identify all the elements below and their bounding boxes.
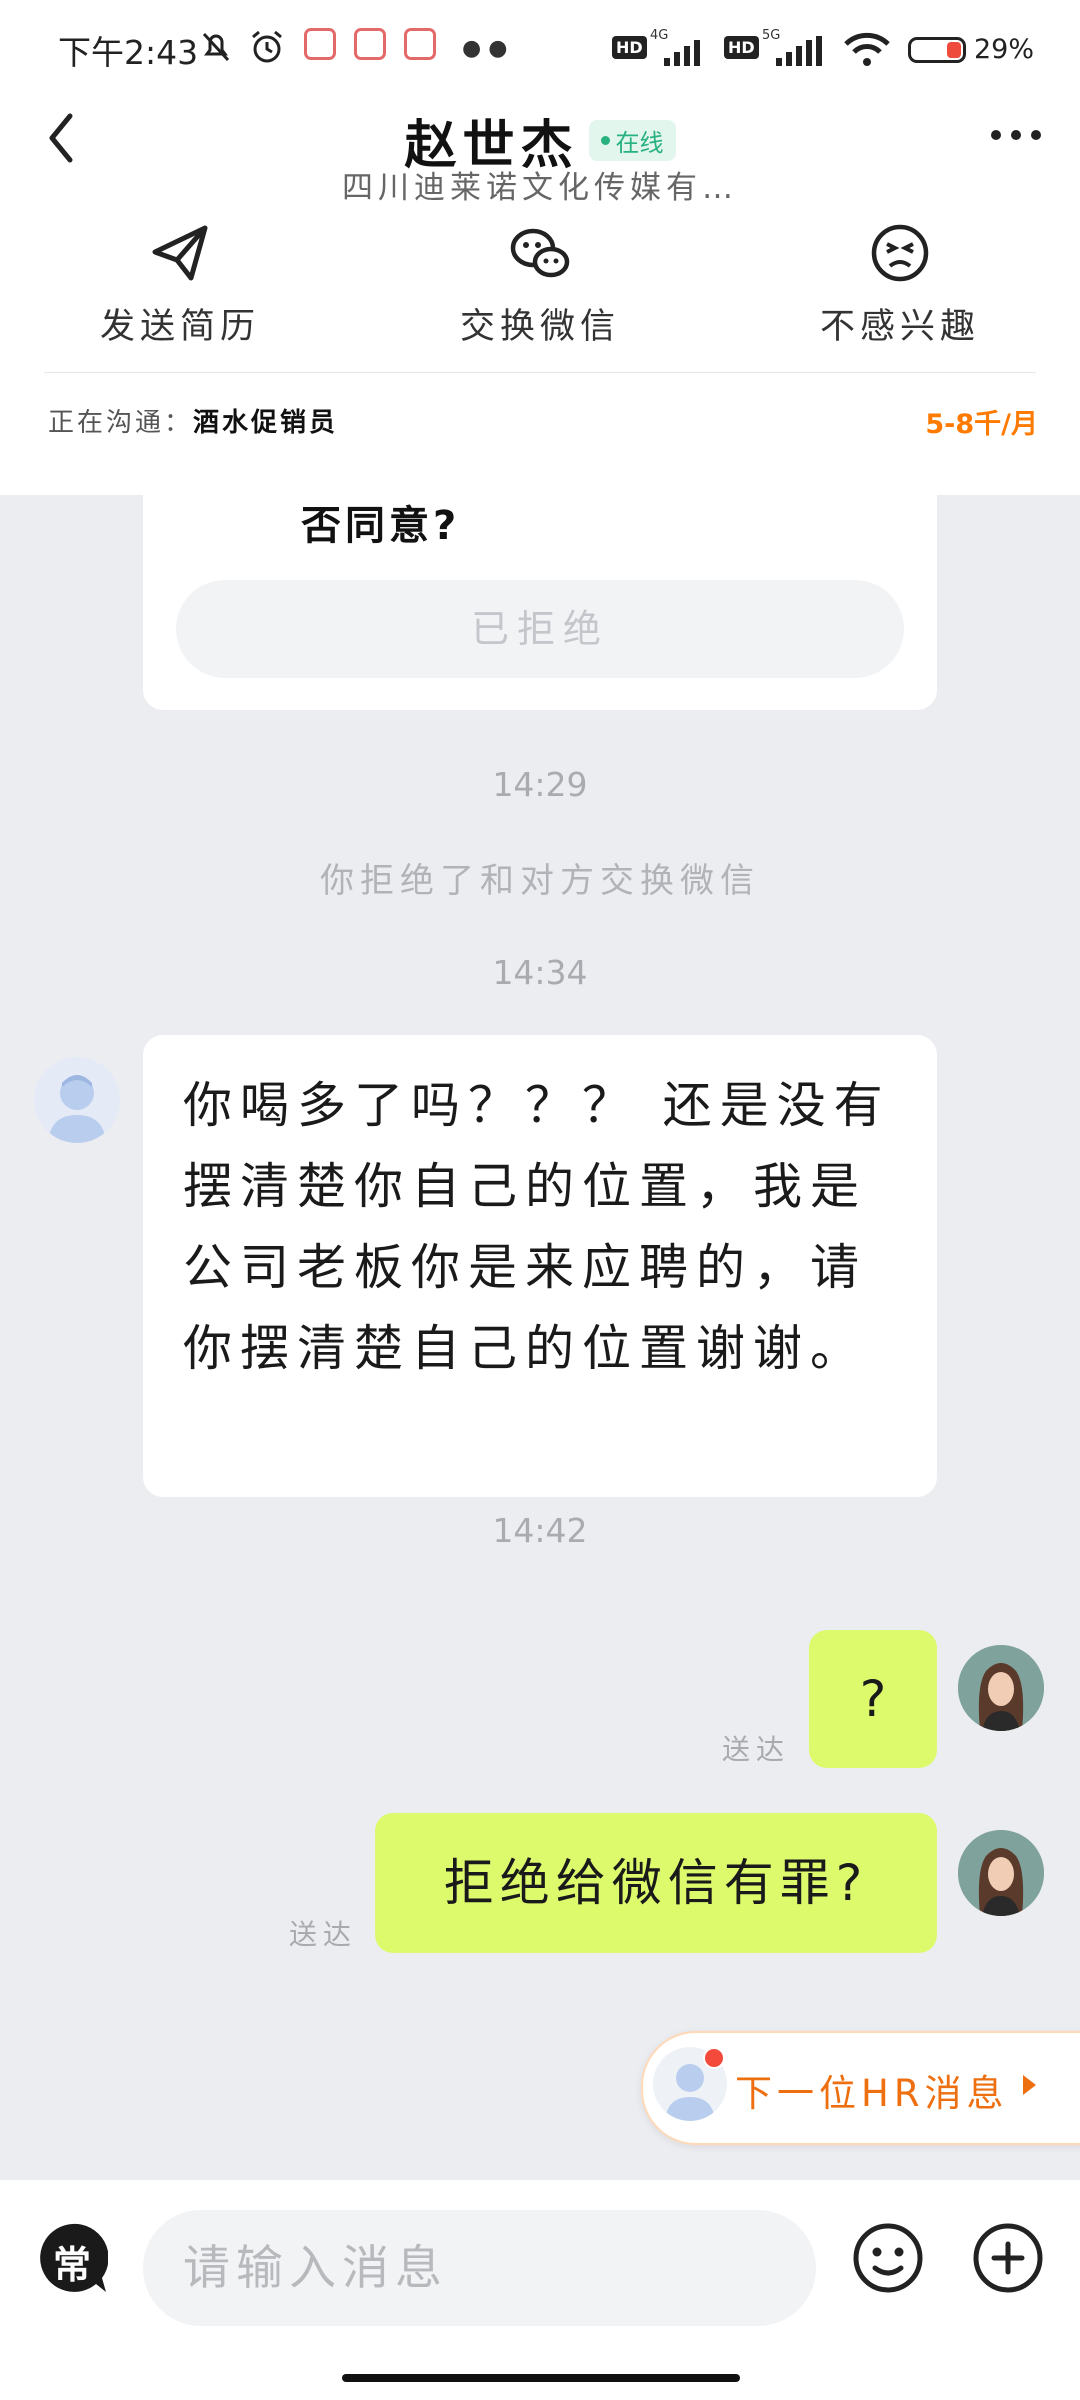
- default-avatar-icon: [48, 1075, 106, 1143]
- uninterested-face-icon: [871, 224, 929, 282]
- delivered-status: 送达: [722, 1733, 791, 1766]
- home-indicator[interactable]: [342, 2374, 740, 2382]
- received-message-bubble[interactable]: 你喝多了吗？？？ 还是没有摆清楚你自己的位置，我是公司老板你是来应聘的，请你摆清…: [143, 1035, 937, 1497]
- delivered-status: 送达: [289, 1918, 358, 1951]
- wechat-exchange-request-card: 否同意? 已拒绝: [143, 495, 937, 710]
- job-prefix-label: 正在沟通：: [48, 408, 194, 438]
- timestamp: 14:29: [492, 765, 588, 804]
- hr-avatar[interactable]: [34, 1057, 120, 1143]
- exchange-wechat-label: 交换微信: [459, 307, 620, 347]
- user-photo-avatar: [958, 1645, 1044, 1731]
- send-resume-button[interactable]: 发送简历: [50, 218, 310, 349]
- hd-badge: HD: [612, 36, 647, 59]
- system-notice: 你拒绝了和对方交换微信: [320, 861, 760, 901]
- emoji-button[interactable]: [850, 2220, 926, 2296]
- alarm-icon: [252, 30, 282, 63]
- arrow-right-icon: [1023, 2075, 1036, 2095]
- next-hr-label: 下一位HR消息: [735, 2072, 1009, 2115]
- app-notification-icon: [304, 28, 336, 60]
- user-photo-avatar: [958, 1830, 1044, 1916]
- exchange-wechat-button[interactable]: 交换微信: [410, 218, 670, 349]
- job-info-row[interactable]: 正在沟通：酒水促销员 5-8千/月: [48, 402, 1038, 452]
- card-question-text: 否同意?: [301, 503, 461, 549]
- more-options-button[interactable]: [986, 120, 1046, 150]
- wifi-icon: [844, 32, 890, 66]
- my-avatar[interactable]: [958, 1830, 1044, 1916]
- company-name: 四川迪莱诺文化传媒有…: [342, 170, 738, 206]
- add-attachment-button[interactable]: [970, 2220, 1046, 2296]
- battery-icon: [908, 37, 966, 63]
- rejected-button: 已拒绝: [176, 580, 904, 678]
- sent-message-bubble[interactable]: 拒绝给微信有罪?: [375, 1813, 937, 1953]
- input-bar: 常: [0, 2180, 1080, 2400]
- signal-4g-icon: [664, 40, 700, 66]
- common-phrases-label: 常: [52, 2243, 91, 2287]
- signal-5g-icon: [776, 36, 822, 66]
- app-notification-icon: [354, 28, 386, 60]
- chat-messages-area[interactable]: 否同意? 已拒绝 14:29 你拒绝了和对方交换微信 14:34 你喝多了吗？？…: [0, 495, 1080, 2180]
- status-bar: 下午2:43 ● ● HD 4G HD 5G 29%: [0, 0, 1080, 90]
- timestamp: 14:34: [492, 953, 588, 992]
- unread-dot-icon: [703, 2047, 725, 2069]
- my-avatar[interactable]: [958, 1645, 1044, 1731]
- header-divider: [44, 372, 1036, 373]
- online-status-badge: 在线: [588, 119, 676, 161]
- status-time: 下午2:43: [58, 33, 199, 72]
- chat-header: 赵世杰 在线 四川迪莱诺文化传媒有… 发送简历 交换微信 不感兴趣 正在沟通：酒…: [0, 90, 1080, 495]
- app-notification-icon: [404, 28, 436, 60]
- battery-level: 29%: [974, 34, 1035, 65]
- send-icon: [152, 225, 208, 281]
- online-status-label: 在线: [615, 128, 664, 157]
- not-interested-button[interactable]: 不感兴趣: [770, 218, 1030, 349]
- message-input[interactable]: [143, 2210, 816, 2326]
- job-salary: 5-8千/月: [925, 409, 1038, 440]
- not-interested-label: 不感兴趣: [819, 307, 980, 347]
- send-resume-label: 发送简历: [99, 307, 260, 347]
- sent-message-bubble[interactable]: ?: [809, 1630, 937, 1768]
- job-title: 酒水促销员: [193, 408, 339, 438]
- mute-bell-icon: [202, 32, 230, 62]
- wechat-icon: [510, 228, 570, 278]
- common-phrases-button[interactable]: 常: [36, 2222, 108, 2294]
- online-dot-icon: [600, 135, 610, 145]
- next-hr-message-button[interactable]: 下一位HR消息: [641, 2031, 1080, 2145]
- timestamp: 14:42: [492, 1511, 588, 1550]
- hd-badge: HD: [724, 36, 759, 59]
- more-notifications-icon: ● ●: [462, 36, 508, 61]
